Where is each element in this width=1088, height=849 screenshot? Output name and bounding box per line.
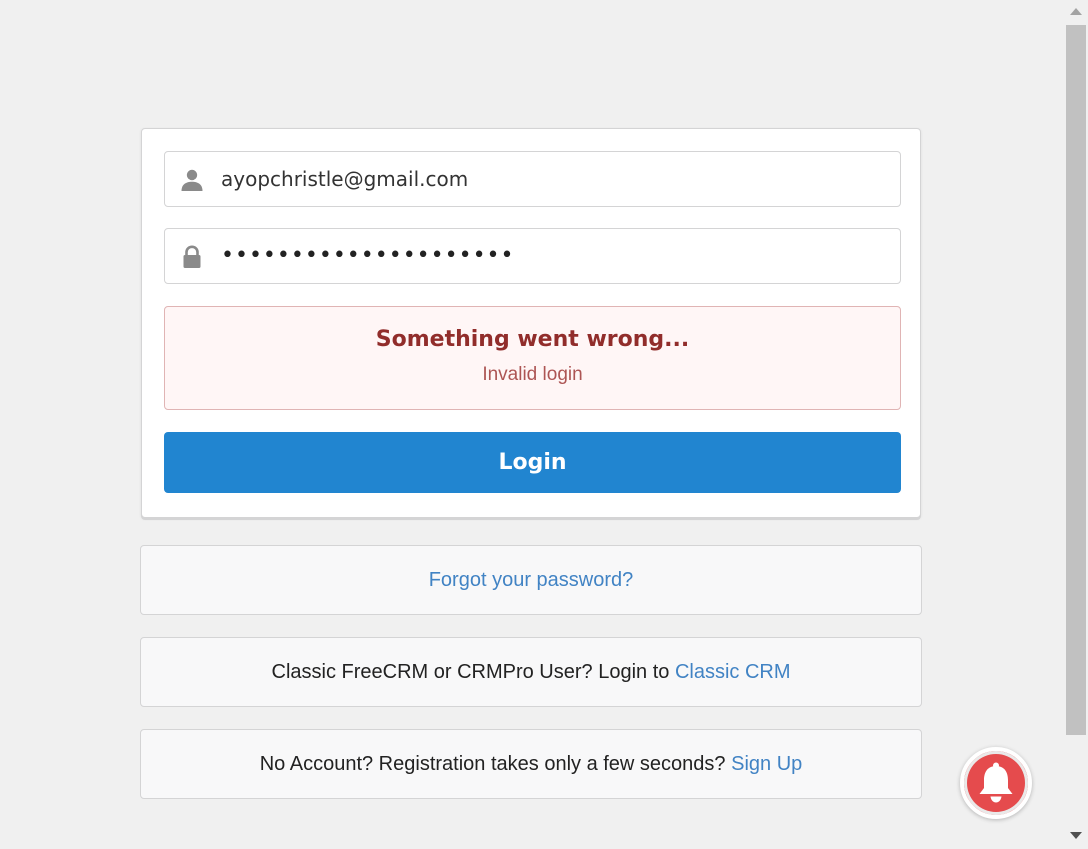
- signup-link[interactable]: Sign Up: [731, 753, 802, 775]
- bell-icon: [979, 762, 1013, 803]
- forgot-password-link[interactable]: Forgot your password?: [429, 569, 634, 591]
- classic-crm-link[interactable]: Classic CRM: [675, 661, 791, 683]
- error-message-box: Something went wrong... Invalid login: [164, 306, 901, 410]
- notification-bell-button[interactable]: [960, 747, 1032, 819]
- error-header: Something went wrong...: [375, 327, 690, 352]
- classic-crm-box: Classic FreeCRM or CRMPro User? Login to…: [140, 637, 922, 707]
- signup-text: No Account? Registration takes only a fe…: [259, 753, 732, 775]
- vertical-scrollbar[interactable]: [1064, 0, 1088, 849]
- user-icon: [180, 168, 204, 192]
- forgot-password-box: Forgot your password?: [140, 545, 922, 615]
- classic-crm-text: Classic FreeCRM or CRMPro User? Login to: [271, 661, 675, 683]
- scroll-up-arrow-icon[interactable]: [1070, 8, 1082, 15]
- login-page: ayopchristle@gmail.com •••••••••••••••••…: [0, 0, 1088, 849]
- password-field[interactable]: •••••••••••••••••••••: [164, 228, 901, 284]
- scroll-thumb[interactable]: [1066, 25, 1086, 735]
- error-text: Invalid login: [482, 364, 583, 385]
- email-value: ayopchristle@gmail.com: [221, 167, 469, 191]
- login-card: ayopchristle@gmail.com •••••••••••••••••…: [141, 128, 921, 518]
- password-value: •••••••••••••••••••••: [221, 243, 515, 268]
- scroll-down-arrow-icon[interactable]: [1070, 832, 1082, 839]
- lock-icon: [180, 245, 204, 269]
- login-button[interactable]: Login: [164, 432, 901, 493]
- email-field[interactable]: ayopchristle@gmail.com: [164, 151, 901, 207]
- signup-box: No Account? Registration takes only a fe…: [140, 729, 922, 799]
